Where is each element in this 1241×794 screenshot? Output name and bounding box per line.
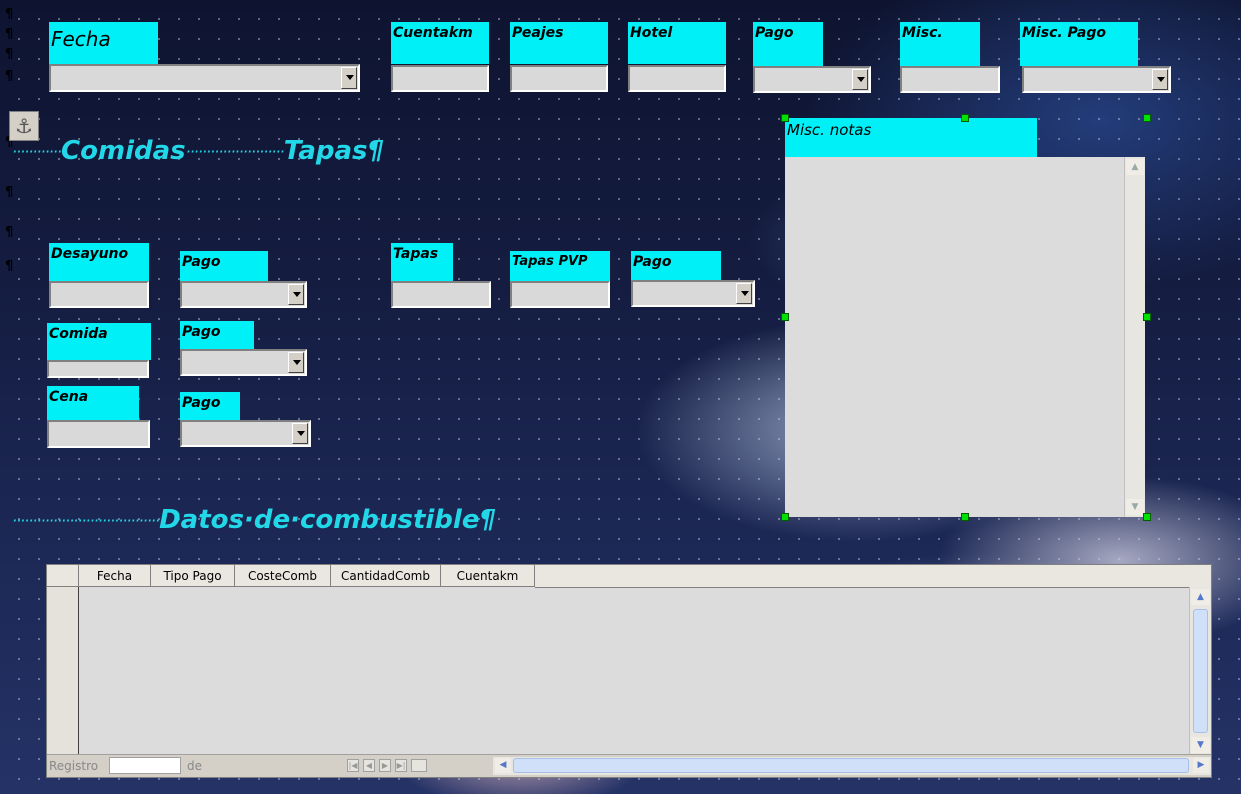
pilcrow-mark: ¶ [479,505,496,535]
pilcrow-mark: ¶ [5,27,14,42]
combustible-heading-line: ····································Dato… [12,505,496,535]
comidas-tapas-heading: ············Comidas·····················… [12,136,384,166]
comida-pago-label: Pago [180,321,254,349]
peajes-label: Peajes [510,22,608,64]
pilcrow-mark: ¶ [5,47,14,62]
column-header[interactable]: CosteComb [235,565,331,587]
selection-handle[interactable] [1143,513,1151,521]
chevron-down-icon[interactable] [288,284,304,305]
row-header-column [47,587,79,755]
scroll-up-icon[interactable]: ▲ [1191,589,1210,605]
peajes-field[interactable] [510,65,608,92]
dot-leader: ············ [110,511,160,530]
selection-handle[interactable] [1143,313,1151,321]
chevron-down-icon[interactable] [736,283,752,304]
tapas-field[interactable] [391,281,491,308]
fecha-combo[interactable] [49,64,360,92]
scroll-thumb[interactable] [1193,609,1208,733]
last-record-icon[interactable]: ▶| [395,759,407,772]
tapas-pago-label: Pago [631,251,721,281]
pago-combo[interactable] [753,66,871,93]
previous-record-icon[interactable]: ◀ [363,759,375,772]
cena-pago-label: Pago [180,392,240,420]
misc-notas-textarea[interactable]: ▲ ▼ [785,157,1145,517]
pilcrow-mark: ¶ [5,69,14,84]
cena-field[interactable] [47,420,150,448]
comida-field[interactable] [47,360,149,378]
first-record-icon[interactable]: |◀ [347,759,359,772]
de-label: de [187,759,202,773]
fecha-label: Fecha [49,22,158,64]
selection-handle[interactable] [1143,114,1151,122]
selection-handle[interactable] [961,114,969,122]
chevron-down-icon[interactable] [852,69,868,90]
pilcrow-mark: ¶ [5,259,14,274]
combustible-table[interactable]: Fecha Tipo Pago CosteComb CantidadComb C… [46,564,1212,778]
pilcrow-mark: ¶ [5,7,14,22]
new-record-icon[interactable] [411,759,427,772]
pago-label: Pago [753,22,823,66]
cena-pago-combo[interactable] [180,420,311,447]
form-canvas: ¶ ¶ ¶ ¶ ¶ ¶ ¶ ¶ ⚓ Fecha Cuentakm Peajes … [0,0,1241,794]
tapas-heading: Tapas [283,136,368,166]
chevron-down-icon[interactable] [1152,69,1168,90]
misc-label: Misc. [900,22,980,66]
table-corner [47,565,79,587]
tapas-pvp-label: Tapas PVP [510,251,610,281]
tapas-pvp-field[interactable] [510,281,610,308]
tapas-pago-combo[interactable] [631,280,755,307]
column-header[interactable]: Tipo Pago [151,565,235,587]
column-header[interactable]: Fecha [79,565,151,587]
comida-label: Comida [47,323,151,360]
misc-pago-combo[interactable] [1022,66,1171,93]
next-record-icon[interactable]: ▶ [379,759,391,772]
column-header[interactable]: Cuentakm [441,565,535,587]
selection-handle[interactable] [781,114,789,122]
scroll-up-icon[interactable]: ▲ [1126,159,1144,175]
hotel-field[interactable] [628,65,726,92]
scroll-down-icon[interactable]: ▼ [1191,737,1210,753]
column-header[interactable]: CantidadComb [331,565,441,587]
misc-notas-label: Misc. notas [785,118,1037,157]
combustible-heading: Datos·de·combustible [159,505,480,535]
cena-label: Cena [47,386,139,420]
dot-leader: ············ [12,511,62,530]
record-navigation-bar: Registro de |◀ ◀ ▶ ▶| ◀ ▶ [47,754,1211,777]
scroll-right-icon[interactable]: ▶ [1193,758,1209,773]
comidas-heading: Comidas [61,136,186,166]
selection-handle[interactable] [781,313,789,321]
desayuno-pago-combo[interactable] [180,281,307,308]
dot-leader: ············ [234,142,285,161]
table-vertical-scrollbar[interactable]: ▲ ▼ [1189,587,1211,755]
table-horizontal-scrollbar[interactable]: ◀ ▶ [493,757,1211,775]
chevron-down-icon[interactable] [341,67,357,89]
cuentakm-label: Cuentakm [391,22,489,64]
misc-field[interactable] [900,66,1000,93]
chevron-down-icon[interactable] [288,352,304,373]
selection-handle[interactable] [781,513,789,521]
scroll-left-icon[interactable]: ◀ [495,758,511,773]
cuentakm-field[interactable] [391,65,489,92]
dot-leader: ············ [12,142,62,161]
notes-scrollbar[interactable]: ▲ ▼ [1124,157,1145,517]
record-number-field[interactable] [109,757,181,774]
registro-label: Registro [49,759,99,773]
comida-pago-combo[interactable] [180,349,307,376]
hotel-label: Hotel [628,22,726,64]
tapas-label: Tapas [391,243,453,281]
header-filler [535,565,1211,588]
selection-handle[interactable] [961,513,969,521]
dot-leader: ············ [185,142,236,161]
misc-pago-label: Misc. Pago [1020,22,1138,66]
desayuno-pago-label: Pago [180,251,268,281]
scroll-down-icon[interactable]: ▼ [1126,499,1144,515]
desayuno-field[interactable] [49,281,149,308]
desayuno-label: Desayuno [49,243,149,281]
pilcrow-mark: ¶ [5,185,14,200]
pilcrow-mark: ¶ [367,136,385,166]
chevron-down-icon[interactable] [292,423,308,444]
h-scroll-thumb[interactable] [513,758,1189,773]
dot-leader: ············ [61,511,111,530]
pilcrow-mark: ¶ [5,225,14,240]
